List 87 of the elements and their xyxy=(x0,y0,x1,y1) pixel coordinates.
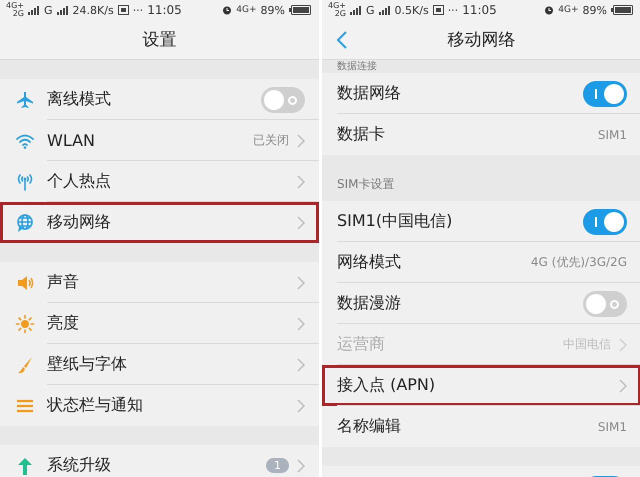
settings-row[interactable]: 数据卡 SIM1 xyxy=(322,114,640,155)
battery-percent: 89% xyxy=(582,4,607,16)
settings-row[interactable]: 系统升级 1 xyxy=(0,445,319,477)
setting-label: 亮度 xyxy=(47,313,80,334)
hotspot-icon xyxy=(15,172,35,192)
setting-value: 4G (优先)/3G/2G xyxy=(530,254,627,271)
setting-label: SIM1(中国电信) xyxy=(337,211,454,232)
setting-label: 移动网络 xyxy=(47,212,112,233)
setting-label: 网络模式 xyxy=(337,252,402,273)
sim-card-icon xyxy=(118,5,129,15)
settings-row[interactable]: 网络模式 4G (优先)/3G/2G xyxy=(322,242,640,283)
setting-label: 系统升级 xyxy=(47,455,112,476)
alarm-icon xyxy=(544,5,554,15)
setting-label: 状态栏与通知 xyxy=(47,395,144,416)
network-label: 2G xyxy=(334,10,346,18)
network-speed: 0.5K/s xyxy=(394,4,429,16)
setting-value: SIM1 xyxy=(598,128,627,142)
setting-label: 数据网络 xyxy=(337,83,402,104)
sim-card-icon xyxy=(432,5,444,15)
signal-icon xyxy=(378,6,391,14)
clock-time: 11:05 xyxy=(147,3,182,17)
network-label: G xyxy=(366,4,375,16)
setting-label: 名称编辑 xyxy=(337,416,402,437)
settings-row[interactable]: 接入点 (APN) xyxy=(322,365,640,406)
chevron-icon xyxy=(619,378,627,392)
chevron-icon xyxy=(297,358,305,372)
setting-value: 已关闭 xyxy=(253,132,289,149)
battery-icon xyxy=(611,5,633,15)
settings-row[interactable]: 移动网络 xyxy=(0,202,319,243)
toggle-switch[interactable] xyxy=(261,86,305,112)
settings-row[interactable]: 数据漫游 xyxy=(322,283,640,324)
network-speed: 24.8K/s xyxy=(72,4,114,16)
toggle-switch[interactable] xyxy=(583,208,627,234)
section-header: 数据连接 xyxy=(336,60,378,73)
setting-label: 数据卡 xyxy=(337,124,386,145)
battery-percent: 89% xyxy=(260,4,285,16)
settings-row[interactable]: WLAN 已关闭 xyxy=(0,120,319,161)
sun-icon xyxy=(15,314,35,334)
setting-label: WLAN xyxy=(47,131,96,150)
alarm-icon xyxy=(222,5,232,15)
battery-icon xyxy=(289,5,311,15)
section-header: SIM卡设置 xyxy=(336,176,396,193)
signal-icon xyxy=(28,6,40,14)
setting-value: SIM1 xyxy=(598,420,627,434)
settings-row[interactable]: 个人热点 xyxy=(0,161,319,202)
chevron-icon xyxy=(297,398,305,412)
network-label: 4G+ xyxy=(236,5,257,15)
toggle-switch[interactable] xyxy=(583,80,627,106)
settings-row[interactable]: 亮度 xyxy=(0,303,319,344)
settings-row[interactable]: 声音 xyxy=(0,262,319,303)
settings-row[interactable]: 离线模式 xyxy=(0,79,319,120)
setting-label: 数据漫游 xyxy=(337,293,402,314)
settings-row[interactable]: 数据网络 xyxy=(322,73,640,114)
network-label: 4G+ xyxy=(6,2,24,10)
settings-row[interactable]: 名称编辑 SIM1 xyxy=(322,406,640,447)
signal-icon xyxy=(350,6,362,14)
chevron-icon xyxy=(619,338,627,352)
more-dots: ··· xyxy=(132,4,144,16)
setting-label: 个人热点 xyxy=(47,171,112,192)
count-badge: 1 xyxy=(266,458,289,473)
screen-title: 移动网络 xyxy=(448,29,516,51)
setting-label: 接入点 (APN) xyxy=(337,375,436,396)
chevron-icon xyxy=(297,316,305,330)
signal-icon xyxy=(56,6,69,14)
screen-title: 设置 xyxy=(142,29,176,51)
chevron-icon xyxy=(297,458,305,472)
plane-icon xyxy=(15,90,35,110)
setting-label: 运营商 xyxy=(337,334,386,355)
network-label: 4G+ xyxy=(558,5,579,15)
more-dots: ··· xyxy=(448,4,458,16)
chevron-icon xyxy=(297,174,305,188)
setting-label: 壁纸与字体 xyxy=(47,354,128,375)
network-label: 2G xyxy=(12,10,24,18)
settings-row[interactable]: 状态栏与通知 xyxy=(0,385,319,426)
chevron-icon xyxy=(297,276,305,290)
network-label: 4G+ xyxy=(328,2,346,10)
setting-label: 离线模式 xyxy=(47,89,112,110)
settings-row[interactable]: SIM1(中国电信) xyxy=(322,201,640,242)
globe-icon xyxy=(15,212,35,232)
chevron-icon xyxy=(297,216,305,230)
network-label: G xyxy=(44,4,53,16)
chevron-icon xyxy=(297,134,305,148)
settings-row[interactable]: 壁纸与字体 xyxy=(0,344,319,385)
clock-time: 11:05 xyxy=(462,3,497,17)
toggle-switch[interactable] xyxy=(583,290,627,316)
setting-label: 声音 xyxy=(47,272,80,293)
back-icon[interactable] xyxy=(336,30,348,50)
